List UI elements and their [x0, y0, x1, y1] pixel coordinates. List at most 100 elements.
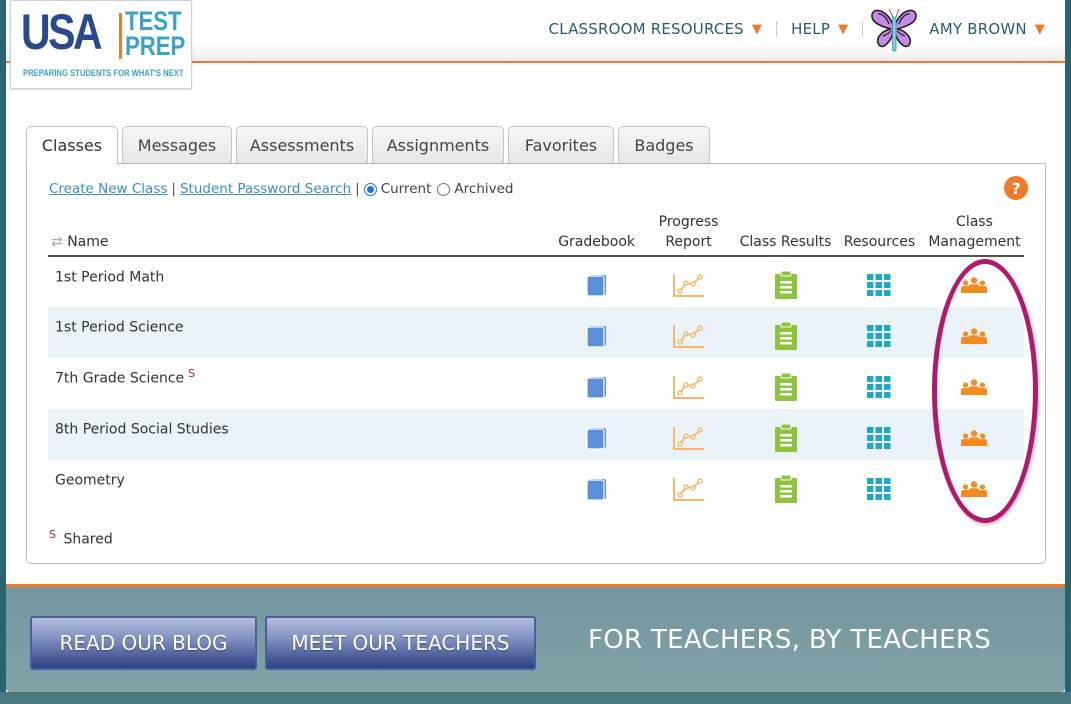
classes-panel: Create New Class | Student Password Sear… — [26, 163, 1046, 564]
usatestprep-logo[interactable]: USA TEST PREP PREPARING STUDENTS FOR WHA… — [10, 0, 192, 89]
resources-cell — [834, 460, 925, 511]
read-our-blog-button[interactable]: READ OUR BLOG — [30, 616, 257, 670]
tab-favorites[interactable]: Favorites — [508, 126, 614, 163]
help-icon[interactable]: ? — [1004, 176, 1028, 200]
progress-chart-icon[interactable] — [672, 374, 706, 400]
tab-assessments[interactable]: Assessments — [236, 126, 368, 163]
table-row: 8th Period Social Studies — [48, 409, 1024, 460]
class-name[interactable]: 1st Period Math — [55, 270, 164, 286]
nav-divider — [862, 21, 864, 37]
sort-icon[interactable]: ⇄ — [51, 234, 63, 250]
classroom-resources-menu[interactable]: CLASSROOM RESOURCES ▼ — [549, 20, 763, 38]
people-group-icon[interactable] — [961, 327, 988, 344]
shared-legend-label: Shared — [63, 531, 113, 548]
management-header-line2: Management — [928, 234, 1021, 250]
top-navigation: CLASSROOM RESOURCES ▼ HELP ▼ AMY BROWN ▼ — [549, 0, 1045, 58]
class-results-cell — [737, 409, 835, 460]
clipboard-icon[interactable] — [774, 474, 798, 503]
grid-icon[interactable] — [867, 477, 891, 500]
class-results-cell — [737, 256, 834, 307]
gradebook-book-icon[interactable] — [585, 324, 609, 348]
progress-header-line1: Progress — [658, 214, 719, 230]
resources-column-header: Resources — [834, 212, 925, 257]
classes-table: ⇄ Name Gradebook Progress Report Class R… — [48, 212, 1024, 511]
clipboard-icon[interactable] — [774, 423, 798, 452]
progress-chart-icon[interactable] — [672, 476, 706, 502]
logo-tagline: PREPARING STUDENTS FOR WHAT'S NEXT — [23, 68, 184, 78]
resources-cell — [834, 358, 925, 409]
butterfly-avatar-icon[interactable] — [869, 5, 919, 53]
gradebook-column-header: Gradebook — [553, 212, 641, 257]
class-name[interactable]: Geometry — [55, 473, 125, 489]
people-group-icon[interactable] — [961, 429, 988, 446]
user-menu[interactable]: AMY BROWN ▼ — [929, 20, 1045, 38]
bottom-strip — [0, 692, 1071, 704]
clipboard-icon[interactable] — [774, 321, 798, 350]
progress-report-cell — [640, 409, 738, 460]
gradebook-book-icon[interactable] — [585, 273, 609, 297]
gradebook-cell — [553, 409, 641, 460]
resources-cell — [834, 307, 925, 358]
grid-icon[interactable] — [867, 274, 891, 296]
shared-marker: S — [188, 367, 196, 380]
table-row: 1st Period Math — [48, 256, 1024, 307]
progress-chart-icon[interactable] — [672, 425, 706, 451]
meet-our-teachers-button[interactable]: MEET OUR TEACHERS — [265, 616, 536, 670]
clipboard-icon[interactable] — [774, 271, 798, 299]
tab-classes[interactable]: Classes — [26, 126, 118, 164]
gradebook-book-icon[interactable] — [585, 375, 609, 399]
class-name[interactable]: 1st Period Science — [55, 320, 184, 336]
gradebook-cell — [553, 460, 640, 511]
grid-icon[interactable] — [867, 324, 891, 347]
name-column-header[interactable]: ⇄ Name — [48, 212, 554, 257]
progress-chart-icon[interactable] — [672, 272, 706, 298]
grid-icon[interactable] — [867, 375, 891, 398]
shared-legend: S Shared — [49, 528, 113, 548]
progress-report-column-header: Progress Report — [640, 212, 738, 257]
table-row: 7th Grade Science S — [48, 358, 1024, 409]
tab-messages[interactable]: Messages — [122, 126, 232, 163]
shared-marker: S — [49, 528, 56, 541]
current-radio-label[interactable]: Current — [381, 181, 432, 197]
gradebook-book-icon[interactable] — [585, 477, 609, 501]
resources-cell — [834, 409, 925, 460]
class-results-cell — [737, 358, 834, 409]
name-header-label: Name — [67, 234, 109, 250]
class-name-cell: 1st Period Science — [48, 307, 554, 358]
clipboard-icon[interactable] — [774, 372, 798, 401]
people-group-icon[interactable] — [961, 480, 988, 497]
current-radio[interactable] — [363, 182, 377, 196]
caret-down-icon: ▼ — [838, 21, 849, 37]
class-management-cell — [925, 256, 1024, 307]
create-new-class-link[interactable]: Create New Class — [49, 181, 167, 197]
people-group-icon[interactable] — [961, 378, 988, 395]
separator: | — [355, 181, 360, 197]
help-menu[interactable]: HELP ▼ — [791, 20, 848, 38]
gradebook-book-icon[interactable] — [585, 426, 609, 450]
gradebook-cell — [553, 256, 640, 307]
gradebook-cell — [553, 358, 640, 409]
class-management-cell — [925, 460, 1024, 511]
progress-report-cell — [640, 256, 737, 307]
tab-badges[interactable]: Badges — [618, 126, 710, 163]
progress-report-cell — [640, 307, 738, 358]
class-management-column-header: Class Management — [924, 212, 1024, 257]
progress-chart-icon[interactable] — [672, 323, 706, 349]
tab-assignments[interactable]: Assignments — [372, 126, 504, 163]
logo-prep: PREP — [125, 31, 186, 61]
gradebook-cell — [553, 307, 641, 358]
class-name[interactable]: 8th Period Social Studies — [55, 422, 229, 438]
people-group-icon[interactable] — [961, 277, 988, 293]
archived-radio-label[interactable]: Archived — [454, 181, 513, 197]
archived-radio[interactable] — [437, 182, 451, 196]
class-name-cell: 7th Grade Science S — [48, 358, 553, 409]
class-name-cell: 8th Period Social Studies — [48, 409, 554, 460]
student-password-search-link[interactable]: Student Password Search — [180, 181, 351, 197]
grid-icon[interactable] — [867, 426, 891, 449]
progress-header-line2: Report — [665, 234, 712, 250]
class-results-column-header: Class Results — [737, 212, 835, 257]
classroom-resources-label: CLASSROOM RESOURCES — [548, 20, 744, 38]
class-results-cell — [737, 460, 834, 511]
class-management-cell — [925, 358, 1024, 409]
class-name[interactable]: 7th Grade Science — [55, 371, 184, 387]
